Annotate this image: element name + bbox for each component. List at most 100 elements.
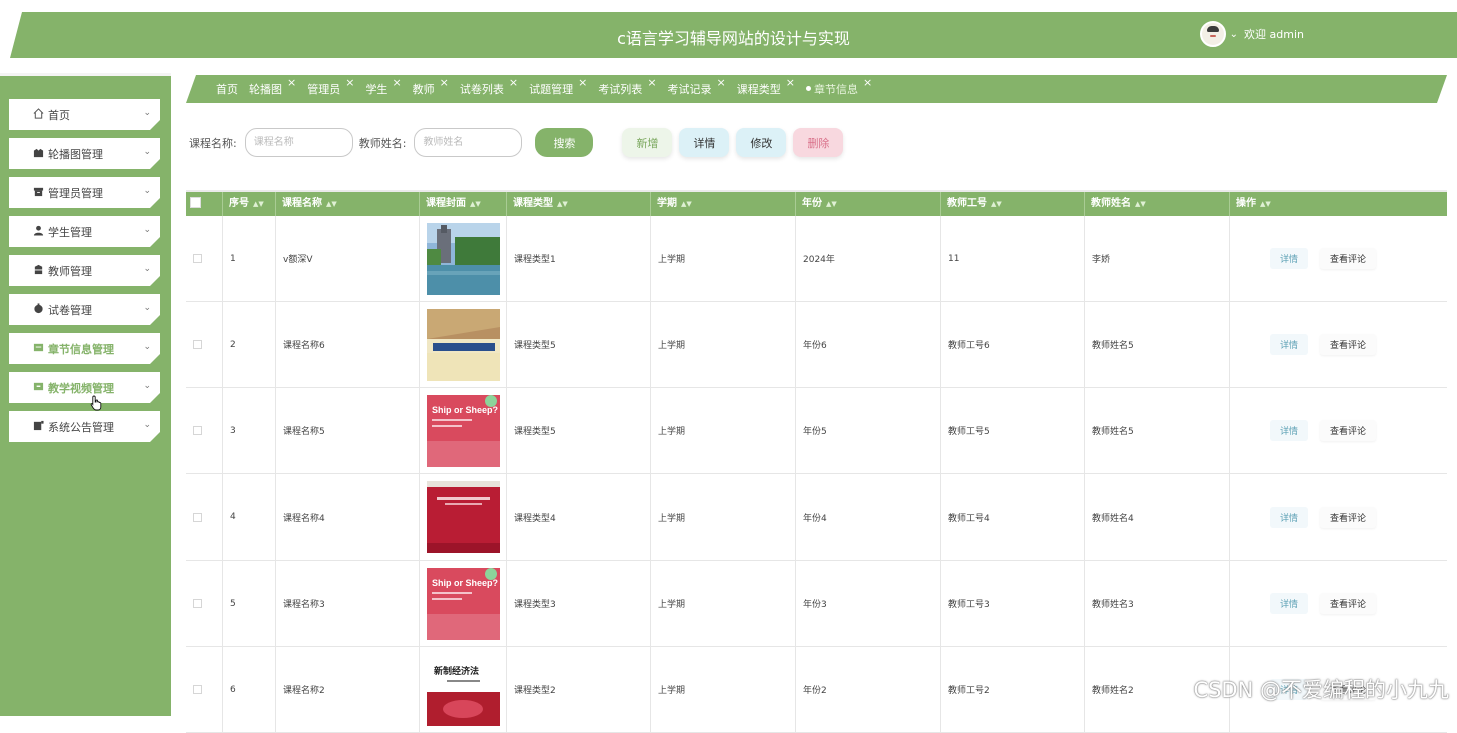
tab-paper-list[interactable]: 试卷列表 × xyxy=(460,81,518,97)
sidebar-item-papers[interactable]: 试卷管理 ⌄ xyxy=(9,294,160,325)
sidebar-item-carousel[interactable]: 轮播图管理 ⌄ xyxy=(9,138,160,169)
row-checkbox[interactable] xyxy=(193,254,202,263)
table-row[interactable]: 3 课程名称5 Ship or Sheep? 课程类型5 上学期 年份5 教师工… xyxy=(186,388,1447,474)
course-cover-image[interactable]: Ship or Sheep? xyxy=(427,567,500,640)
sidebar-item-videos[interactable]: 教学视频管理 ⌄ xyxy=(9,372,160,403)
teacher-name-input[interactable] xyxy=(414,128,523,157)
row-detail-button[interactable]: 详情 xyxy=(1270,593,1309,614)
detail-button[interactable]: 详情 xyxy=(679,128,730,157)
course-cover-image[interactable]: Ship or Sheep? xyxy=(427,394,500,467)
tab-course-type[interactable]: 课程类型 × xyxy=(737,81,795,97)
cell-name: 课程名称2 xyxy=(276,647,420,732)
course-cover-image[interactable]: 新制经济法 xyxy=(427,653,500,726)
col-header-cover[interactable]: 课程封面 ▲▼ xyxy=(420,192,507,216)
col-header-name[interactable]: 课程名称 ▲▼ xyxy=(276,192,420,216)
sort-icon[interactable]: ▲▼ xyxy=(557,200,568,208)
row-review-button[interactable]: 查看评论 xyxy=(1320,593,1377,614)
close-icon[interactable]: × xyxy=(786,76,795,89)
row-detail-button[interactable]: 详情 xyxy=(1270,506,1309,528)
course-cover-image[interactable] xyxy=(427,308,500,381)
sidebar-item-admin[interactable]: 管理员管理 ⌄ xyxy=(9,177,160,208)
user-menu[interactable]: ⌄ 欢迎 admin xyxy=(1199,21,1307,47)
close-icon[interactable]: × xyxy=(717,76,726,89)
close-icon[interactable]: × xyxy=(440,76,449,89)
row-checkbox[interactable] xyxy=(193,426,202,435)
close-icon[interactable]: × xyxy=(392,76,401,89)
chevron-down-icon[interactable]: ⌄ xyxy=(1230,29,1238,40)
row-review-button[interactable]: 查看评论 xyxy=(1320,506,1377,528)
sidebar-item-notices[interactable]: 系统公告管理 ⌄ xyxy=(9,411,160,442)
row-detail-button[interactable]: 详情 xyxy=(1270,248,1309,269)
tab-carousel[interactable]: 轮播图 × xyxy=(249,81,296,97)
tab-chapter-info[interactable]: 章节信息 × xyxy=(806,81,872,97)
tab-students[interactable]: 学生 × xyxy=(365,81,401,97)
row-detail-button[interactable]: 详情 xyxy=(1270,334,1309,355)
row-detail-button[interactable]: 详情 xyxy=(1270,420,1309,441)
cell-teacher-id: 教师工号3 xyxy=(941,561,1085,646)
table-row[interactable]: 1 v额深V 课程类型1 上学期 2024年 11 李娇 详情 查看评论 xyxy=(186,216,1447,302)
tab-home[interactable]: 首页 xyxy=(216,81,238,97)
select-all-cell xyxy=(186,192,223,216)
search-button[interactable]: 搜索 xyxy=(535,128,594,157)
sidebar-item-home[interactable]: 首页 ⌄ xyxy=(9,99,160,130)
cell-teacher-name: 李娇 xyxy=(1085,216,1230,301)
col-header-type[interactable]: 课程类型 ▲▼ xyxy=(507,192,651,216)
tab-admin[interactable]: 管理员 × xyxy=(307,81,354,97)
chevron-down-icon: ⌄ xyxy=(143,381,151,391)
col-header-year[interactable]: 年份 ▲▼ xyxy=(796,192,941,216)
course-cover-image[interactable] xyxy=(427,481,500,553)
col-header-teacher-id[interactable]: 教师工号 ▲▼ xyxy=(941,192,1085,216)
row-review-button[interactable]: 查看评论 xyxy=(1320,248,1377,269)
close-icon[interactable]: × xyxy=(647,76,656,89)
sidebar-item-label: 学生管理 xyxy=(48,225,92,239)
sort-icon[interactable]: ▲▼ xyxy=(681,200,692,208)
avatar[interactable] xyxy=(1199,21,1226,47)
course-name-input[interactable] xyxy=(244,128,353,157)
close-icon[interactable]: × xyxy=(578,76,587,89)
row-review-button[interactable]: 查看评论 xyxy=(1320,420,1377,441)
cell-no: 3 xyxy=(223,388,276,473)
tab-exam-records[interactable]: 考试记录 × xyxy=(668,81,726,97)
cell-term: 上学期 xyxy=(651,561,796,646)
table-row[interactable]: 2 课程名称6 课程类型5 上学期 年份6 教师工号6 教师姓名5 详情 查看评… xyxy=(186,302,1447,388)
sidebar-item-teachers[interactable]: 教师管理 ⌄ xyxy=(9,255,160,286)
sort-icon[interactable]: ▲▼ xyxy=(826,200,837,208)
select-all-checkbox[interactable] xyxy=(190,197,201,208)
sort-icon[interactable]: ▲▼ xyxy=(1260,200,1271,208)
cell-term: 上学期 xyxy=(651,474,796,560)
row-checkbox[interactable] xyxy=(193,599,202,608)
table-row[interactable]: 4 课程名称4 课程类型4 上学期 年份4 教师工号4 教师姓名4 详情 查看评… xyxy=(186,474,1447,561)
sort-icon[interactable]: ▲▼ xyxy=(470,200,481,208)
tab-exam-list[interactable]: 考试列表 × xyxy=(598,81,656,97)
sort-icon[interactable]: ▲▼ xyxy=(253,200,264,208)
close-icon[interactable]: × xyxy=(509,76,518,89)
tab-teachers[interactable]: 教师 × xyxy=(413,81,449,97)
sidebar-item-students[interactable]: 学生管理 ⌄ xyxy=(9,216,160,247)
table-row[interactable]: 5 课程名称3 Ship or Sheep? 课程类型3 上学期 年份3 教师工… xyxy=(186,561,1447,647)
cell-teacher-name: 教师姓名3 xyxy=(1085,561,1230,646)
tab-question-manage[interactable]: 试题管理 × xyxy=(529,81,587,97)
row-checkbox[interactable] xyxy=(193,340,202,349)
close-icon[interactable]: × xyxy=(863,76,872,89)
sort-icon[interactable]: ▲▼ xyxy=(1135,200,1146,208)
col-header-no[interactable]: 序号 ▲▼ xyxy=(223,192,276,216)
col-header-term[interactable]: 学期 ▲▼ xyxy=(651,192,796,216)
sidebar-item-chapters[interactable]: 章节信息管理 ⌄ xyxy=(9,333,160,364)
col-header-teacher-name[interactable]: 教师姓名 ▲▼ xyxy=(1085,192,1230,216)
close-icon[interactable]: × xyxy=(287,76,296,89)
row-checkbox-cell xyxy=(186,216,223,301)
sort-icon[interactable]: ▲▼ xyxy=(326,200,337,208)
col-header-actions[interactable]: 操作 ▲▼ xyxy=(1230,192,1447,216)
close-icon[interactable]: × xyxy=(345,76,354,89)
cover-title: Ship or Sheep? xyxy=(432,578,498,588)
row-checkbox[interactable] xyxy=(193,685,202,694)
add-button[interactable]: 新增 xyxy=(622,128,673,157)
row-checkbox[interactable] xyxy=(193,512,202,522)
tab-label: 管理员 xyxy=(307,83,341,96)
edit-button[interactable]: 修改 xyxy=(736,128,787,157)
course-cover-image[interactable] xyxy=(427,222,500,295)
row-review-button[interactable]: 查看评论 xyxy=(1320,334,1377,355)
sort-icon[interactable]: ▲▼ xyxy=(991,200,1002,208)
video-icon xyxy=(33,381,44,392)
delete-button[interactable]: 删除 xyxy=(793,128,844,157)
